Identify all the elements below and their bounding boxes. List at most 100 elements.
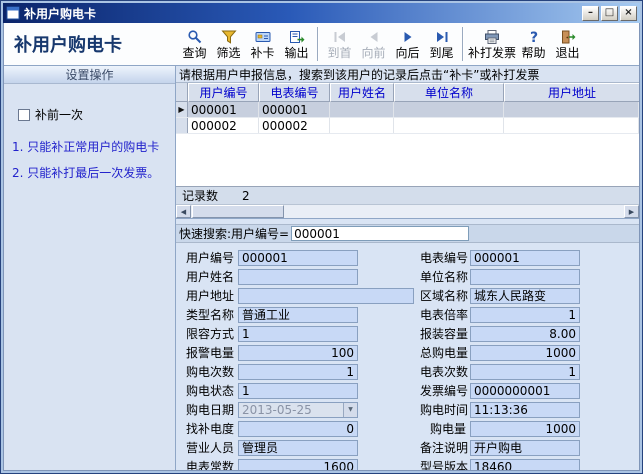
toolbar-button-help[interactable]: 帮助 — [517, 25, 550, 63]
toolbar-button-prev[interactable]: 向前 — [357, 25, 390, 63]
next-icon — [400, 29, 416, 45]
grid-body[interactable]: 000001000001 000002000002 — [176, 102, 639, 186]
field-type-name[interactable]: 普通工业 — [238, 307, 358, 323]
chevron-down-icon[interactable] — [343, 403, 357, 417]
grid-cell[interactable]: 000001 — [259, 102, 330, 117]
field-meter-id[interactable]: 000001 — [470, 250, 580, 266]
toolbar-button-search[interactable]: 查询 — [178, 25, 211, 63]
field-alarm-energy[interactable]: 100 — [238, 345, 358, 361]
field-model-version[interactable]: 18460 — [470, 459, 580, 471]
export-icon — [289, 29, 305, 45]
app-icon — [6, 6, 20, 20]
table-row[interactable]: 000001000001 — [176, 102, 639, 118]
toolbar-button-label: 向前 — [361, 47, 385, 59]
field-label-area-name: 区域名称 — [420, 287, 470, 304]
toolbar-button-label: 筛选 — [216, 47, 240, 59]
toolbar-button-export[interactable]: 输出 — [280, 25, 313, 63]
field-label-user-id: 用户编号 — [176, 249, 238, 266]
field-install-capacity[interactable]: 8.00 — [470, 326, 580, 342]
field-value: 1000 — [545, 346, 576, 360]
field-adjust-energy[interactable]: 0 — [238, 421, 358, 437]
quick-search-input[interactable] — [291, 226, 469, 241]
field-limit-mode[interactable]: 1 — [238, 326, 358, 342]
field-purchase-count[interactable]: 1 — [238, 364, 358, 380]
close-button[interactable]: × — [620, 6, 637, 21]
grid-cell[interactable] — [330, 118, 394, 133]
grid-cell[interactable] — [504, 102, 639, 117]
record-count-label: 记录数 — [182, 187, 218, 204]
field-user-name[interactable] — [238, 269, 358, 285]
field-value: 1 — [568, 365, 576, 379]
field-user-id[interactable]: 000001 — [238, 250, 358, 266]
grid-cell[interactable]: 000002 — [259, 118, 330, 133]
field-invoice-no[interactable]: 0000000001 — [470, 383, 580, 399]
scrollbar-track[interactable] — [284, 205, 624, 218]
grid-column-header[interactable]: 用户地址 — [504, 83, 639, 102]
grid-column-header[interactable]: 用户编号 — [188, 83, 259, 102]
field-label-purchase-energy: 购电量 — [420, 420, 470, 437]
toolbar-button-filter[interactable]: 筛选 — [212, 25, 245, 63]
scrollbar-thumb[interactable] — [192, 205, 284, 218]
field-area-name[interactable]: 城东人民路变 — [470, 288, 580, 304]
toolbar-button-invoice-print[interactable]: 补打发票 — [468, 25, 516, 63]
checkbox-label: 补前一次 — [35, 106, 83, 123]
scroll-left-icon[interactable] — [176, 205, 191, 218]
field-meter-constant[interactable]: 1600 — [238, 459, 358, 471]
grid-cell[interactable] — [394, 118, 504, 133]
grid-cell[interactable] — [504, 118, 639, 133]
checkbox-replenish-previous[interactable]: 补前一次 — [18, 106, 175, 123]
hint-bar: 请根据用户申报信息，搜索到该用户的记录后点击“补卡”或补打发票 — [176, 66, 639, 83]
form-row: 购电次数1电表次数1 — [176, 362, 639, 381]
field-purchase-status[interactable]: 1 — [238, 383, 358, 399]
toolbar-separator — [317, 27, 319, 61]
grid-cell[interactable] — [394, 102, 504, 117]
field-label-model-version: 型号版本 — [420, 458, 470, 470]
field-unit-name[interactable] — [470, 269, 580, 285]
field-operator[interactable]: 管理员 — [238, 440, 358, 456]
toolbar-button-label: 退出 — [556, 47, 580, 59]
field-label-purchase-time: 购电时间 — [420, 401, 470, 418]
field-value: 1000 — [545, 422, 576, 436]
table-row[interactable]: 000002000002 — [176, 118, 639, 134]
field-value: 1 — [242, 327, 250, 341]
field-label-install-capacity: 报装容量 — [420, 325, 470, 342]
field-remark[interactable]: 开户购电 — [470, 440, 580, 456]
grid-cell[interactable]: 000001 — [188, 102, 259, 117]
toolbar-button-last[interactable]: 到尾 — [425, 25, 458, 63]
toolbar-button-label: 查询 — [182, 47, 206, 59]
form-row: 用户编号000001电表编号000001 — [176, 248, 639, 267]
sidebar-note-2: 2. 只能补打最后一次发票。 — [12, 165, 169, 181]
field-meter-ratio[interactable]: 1 — [470, 307, 580, 323]
toolbar-button-first[interactable]: 到首 — [323, 25, 356, 63]
field-meter-count[interactable]: 1 — [470, 364, 580, 380]
maximize-button[interactable]: □ — [601, 6, 618, 21]
field-total-energy[interactable]: 1000 — [470, 345, 580, 361]
invoice-print-icon — [484, 29, 500, 45]
field-purchase-energy[interactable]: 1000 — [470, 421, 580, 437]
toolbar-button-card[interactable]: 补卡 — [246, 25, 279, 63]
detail-form: 用户编号000001电表编号000001用户姓名单位名称用户地址区域名称城东人民… — [176, 243, 639, 470]
field-value: 000001 — [242, 251, 288, 265]
field-user-address[interactable] — [238, 288, 414, 304]
toolbar-button-exit[interactable]: 退出 — [551, 25, 584, 63]
grid-cell[interactable] — [330, 102, 394, 117]
field-value: 8.00 — [549, 327, 576, 341]
field-purchase-time[interactable]: 11:13:36 — [470, 402, 580, 418]
window-body: 补用户购电卡 查询 筛选 补卡 输出 到首 向前 向后 到尾 补打发票 帮助 退… — [3, 23, 640, 471]
field-value: 11:13:36 — [474, 403, 528, 417]
row-indicator — [176, 118, 188, 133]
field-label-user-address: 用户地址 — [176, 287, 238, 304]
grid-column-header[interactable]: 单位名称 — [394, 83, 504, 102]
grid-cell[interactable]: 000002 — [188, 118, 259, 133]
checkbox-box[interactable] — [18, 109, 30, 121]
field-purchase-date[interactable]: 2013-05-25 — [238, 402, 358, 418]
grid-column-header[interactable]: 用户姓名 — [330, 83, 394, 102]
user-grid: 用户编号电表编号用户姓名单位名称用户地址 000001000001 000002… — [176, 83, 639, 219]
toolbar-button-next[interactable]: 向后 — [391, 25, 424, 63]
field-label-purchase-count: 购电次数 — [176, 363, 238, 380]
scroll-right-icon[interactable] — [624, 205, 639, 218]
record-count-value: 2 — [242, 189, 250, 203]
minimize-button[interactable]: – — [582, 6, 599, 21]
grid-header: 用户编号电表编号用户姓名单位名称用户地址 — [176, 83, 639, 102]
grid-column-header[interactable]: 电表编号 — [259, 83, 330, 102]
